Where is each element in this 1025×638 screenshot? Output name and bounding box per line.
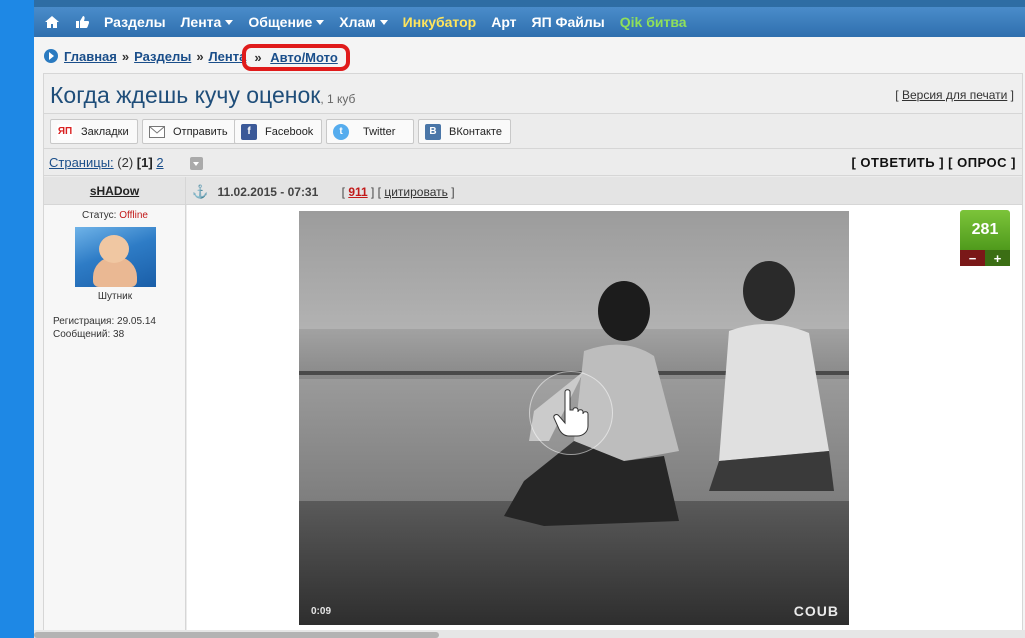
rating-score: 281 [960,210,1010,250]
breadcrumb-separator: » [254,49,262,65]
send-button[interactable]: Отправить [142,119,237,144]
pages-count: (2) [117,155,134,170]
post-rating: 281 − + [960,210,1010,266]
nav-item-community[interactable]: Общение [248,14,325,30]
topic-actions: [ ОТВЕТИТЬ ] [ ОПРОС ] [851,155,1016,170]
pagination: Страницы: (2) [1] 2 [49,155,164,170]
breadcrumb-sections[interactable]: Разделы [134,49,191,64]
scrollbar-thumb[interactable] [34,632,439,638]
page-content: Главная » Разделы » Лента » Авто/Мото Ко… [34,37,1025,638]
horizontal-scrollbar[interactable] [34,630,1025,638]
topic-subtitle: , 1 куб [320,92,356,106]
twitter-button[interactable]: t Twitter [326,119,414,144]
breadcrumb: Главная » Разделы » Лента » Авто/Мото [44,43,350,71]
chevron-down-icon [316,19,325,25]
pages-dropdown-icon[interactable] [190,157,203,170]
video-frame-figure [709,261,834,491]
facebook-icon: f [241,123,257,140]
author-info: Статус: Offline Шутник Регистрация: 29.0… [44,205,186,638]
share-label: Facebook [265,125,314,138]
msg-value: 38 [113,329,125,340]
chevron-down-icon [225,19,234,25]
nav-label: Qik битва [619,14,687,30]
pagination-row: Страницы: (2) [1] 2 [ ОТВЕТИТЬ ] [ ОПРОС… [44,149,1022,176]
page-link-2[interactable]: 2 [156,155,163,170]
post-author[interactable]: sHADow [44,177,186,205]
nav-item-art[interactable]: Арт [491,14,516,30]
mail-icon [149,124,165,140]
nav-item-sections[interactable]: Разделы [104,14,166,30]
reg-value: 29.05.14 [117,316,156,327]
video-timestamp: 0:09 [311,606,332,617]
yandex-icon: ЯП [57,123,73,140]
rating-plus-button[interactable]: + [985,250,1010,266]
breadcrumb-auto-moto[interactable]: Авто/Мото [270,50,338,65]
nav-item-incubator[interactable]: Инкубатор [403,14,477,30]
chevron-down-icon [379,19,388,25]
share-label: ВКонтакте [449,125,502,138]
post-meta: ⚓ 11.02.2015 - 07:31 [ 911 ] [ цитироват… [192,184,455,199]
post-header: sHADow ⚓ 11.02.2015 - 07:31 [ 911 ] [ ци… [44,177,1022,205]
breadcrumb-separator: » [196,48,204,64]
nav-item-junk[interactable]: Хлам [339,14,388,30]
author-stats: Регистрация: 29.05.14 Сообщений: 38 [53,315,156,341]
share-label: Закладки [81,125,129,138]
vk-icon: B [425,123,441,140]
nav-label: Арт [491,14,517,30]
breadcrumb-feed[interactable]: Лента [209,49,247,64]
nav-label: Лента [180,14,222,30]
facebook-button[interactable]: f Facebook [234,119,323,144]
post-number-link[interactable]: 911 [348,185,367,199]
anchor-icon[interactable]: ⚓ [192,184,208,199]
rating-controls: − + [960,250,1010,266]
pointer-hand-icon[interactable] [529,371,613,455]
share-label: Отправить [173,125,228,138]
topic-title-row: Когда ждешь кучу оценок, 1 куб [ Версия … [44,74,1022,114]
nav-item-qik-battle[interactable]: Qik битва [620,14,687,30]
coub-logo: COUB [793,603,839,619]
nav-label: ЯП Файлы [531,14,605,30]
msg-label: Сообщений: [53,329,111,340]
twitter-icon: t [333,123,349,140]
post-body: 0:09 COUB 281 − + [187,205,1022,638]
home-icon[interactable] [44,14,60,30]
coub-video-player[interactable]: 0:09 COUB [299,211,849,625]
post-date: 11.02.2015 - 07:31 [217,185,319,199]
nav-label: Общение [248,14,313,30]
nav-item-feed[interactable]: Лента [181,14,234,30]
breadcrumb-highlight: » Авто/Мото [242,43,350,71]
poll-button[interactable]: ОПРОС [957,155,1007,170]
quote-link[interactable]: цитировать [384,185,448,199]
print-version-link[interactable]: Версия для печати [902,88,1007,102]
nav-label: Разделы [104,14,166,30]
breadcrumb-home[interactable]: Главная [64,49,117,64]
share-toolbar: ЯП Закладки Отправить f Facebook t Twitt… [44,114,1022,149]
thumbs-up-icon[interactable] [74,14,90,30]
page-title: Когда ждешь кучу оценок, 1 куб [50,82,355,109]
topic-title-text: Когда ждешь кучу оценок [50,82,321,108]
main-nav: Разделы Лента Общение Хлам Инкубатор Арт… [34,7,1025,37]
topic-panel: Когда ждешь кучу оценок, 1 куб [ Версия … [43,73,1023,638]
rating-minus-button[interactable]: − [960,250,985,266]
breadcrumb-separator: » [121,48,130,64]
status-label: Статус: [82,210,117,221]
author-rank: Шутник [97,291,133,302]
avatar[interactable] [75,227,156,287]
share-label: Twitter [363,125,396,138]
status-value: Offline [119,210,148,221]
vk-button[interactable]: B ВКонтакте [418,119,511,144]
nav-label: Инкубатор [402,14,477,30]
nav-label: Хлам [339,14,376,30]
pages-label[interactable]: Страницы: [49,155,114,170]
pages-current: [1] [136,155,153,170]
print-version: [ Версия для печати ] [895,88,1014,102]
reply-button[interactable]: ОТВЕТИТЬ [860,155,935,170]
play-circle-icon [44,49,58,63]
nav-item-files[interactable]: ЯП Файлы [532,14,605,30]
top-strip [34,0,1025,7]
left-page-border [0,0,34,638]
reg-label: Регистрация: [53,316,115,327]
bookmarks-button[interactable]: ЯП Закладки [50,119,138,144]
author-status: Статус: Offline [44,210,186,221]
